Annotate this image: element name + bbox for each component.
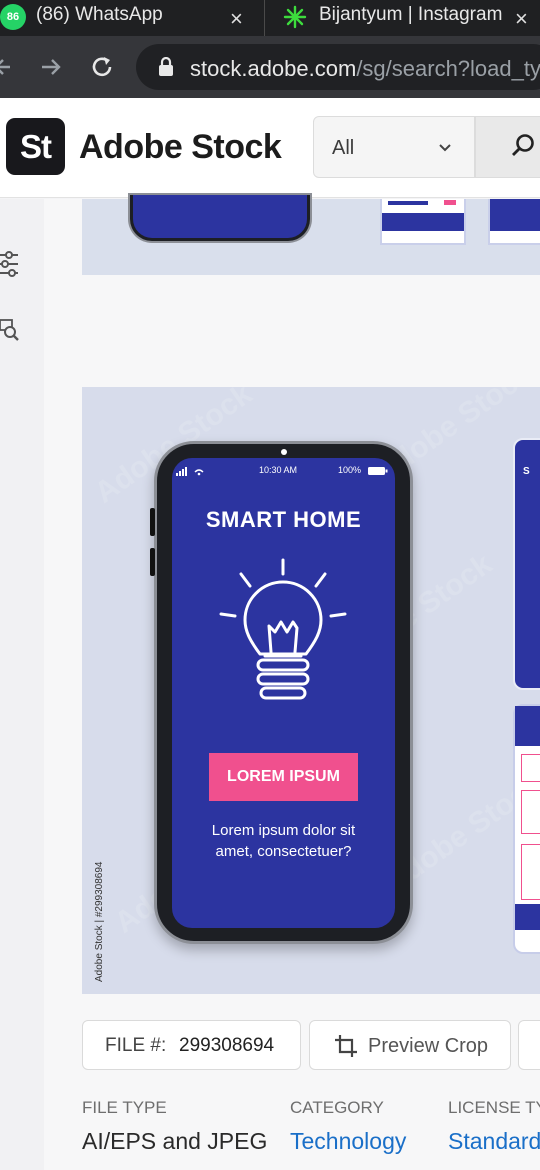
preview-crop-button[interactable]: Preview Crop (309, 1020, 511, 1070)
description-line: amet, consectetuer? (215, 843, 352, 860)
preview-crop-label: Preview Crop (368, 1035, 489, 1057)
light-bulb-icon (219, 558, 347, 700)
license-type-label: LICENSE TY (448, 1098, 540, 1117)
tab-title: Bijantyum | Instagram (319, 4, 503, 25)
forward-arrow-icon[interactable] (39, 55, 63, 79)
chevron-down-icon (439, 144, 451, 152)
phone-camera (281, 449, 287, 455)
browser-tab-bar: 86 (86) WhatsApp × Bijantyum | Instagram… (0, 0, 540, 36)
file-type-value: AI/EPS and JPEG (82, 1128, 268, 1154)
phone-bottom-fragment (130, 195, 310, 241)
close-icon[interactable]: × (230, 6, 243, 32)
image-credit: Adobe Stock | #299308694 (94, 861, 105, 982)
phone-side-button (150, 548, 155, 576)
side-phone-mockup (513, 704, 540, 954)
more-actions-button[interactable] (518, 1020, 540, 1070)
category-label: CATEGORY (290, 1098, 384, 1117)
search-icon (512, 134, 534, 156)
whatsapp-icon: 86 (0, 4, 26, 30)
file-type-label: FILE TYPE (82, 1098, 167, 1117)
status-battery: 100% (338, 465, 362, 475)
phone-side-button (150, 508, 155, 536)
battery-icon (368, 467, 388, 475)
file-number-pill: FILE #: 299308694 (82, 1020, 301, 1070)
close-icon[interactable]: × (515, 6, 528, 32)
filters-rail (0, 199, 44, 1170)
brand-name[interactable]: Adobe Stock (79, 128, 282, 167)
app-title: SMART HOME (205, 507, 362, 532)
lorem-ipsum-button: LOREM IPSUM (209, 753, 358, 801)
description-line: Lorem ipsum dolor sit (211, 822, 356, 839)
tab-badge: 86 (6, 11, 20, 23)
visual-search-icon[interactable] (0, 319, 22, 343)
filter-value: All (332, 137, 355, 159)
signal-wifi-icon (176, 467, 204, 476)
filter-sliders-icon[interactable] (0, 249, 22, 279)
logo-text: St (20, 127, 52, 165)
side-phone-mockup: S (513, 438, 540, 690)
screen-root: 86 (86) WhatsApp × Bijantyum | Instagram… (0, 0, 540, 1170)
category-link[interactable]: Technology (290, 1128, 406, 1155)
url-path: /sg/search?load_typ (356, 56, 540, 81)
description-text: Lorem ipsum dolor sit amet, consectetuer… (172, 820, 395, 862)
search-category-select[interactable]: All (313, 116, 475, 178)
search-button[interactable] (475, 116, 540, 178)
result-thumbnail-previous[interactable] (82, 195, 540, 275)
license-link[interactable]: Standard (448, 1128, 540, 1155)
ui-mockup-fragment (488, 199, 540, 245)
tab-instagram[interactable]: Bijantyum | Instagram × (264, 0, 540, 36)
back-arrow-icon[interactable] (0, 55, 14, 79)
ui-mockup-fragment (380, 199, 466, 245)
tab-title: (86) WhatsApp (36, 4, 163, 25)
adobe-stock-logo[interactable]: St (6, 118, 65, 175)
star-burst-icon (283, 5, 307, 29)
crop-icon (335, 1035, 357, 1057)
status-time: 10:30 AM (259, 465, 298, 475)
lock-icon[interactable] (158, 57, 174, 77)
file-number-label: FILE #: (105, 1035, 167, 1056)
url-host: stock.adobe.com (190, 56, 357, 81)
file-number-value: 299308694 (179, 1035, 275, 1056)
site-header: St Adobe Stock All (0, 98, 540, 198)
reload-icon[interactable] (89, 54, 115, 80)
url-text[interactable]: stock.adobe.com/sg/search?load_typ (190, 56, 540, 82)
tab-whatsapp[interactable]: 86 (86) WhatsApp × (0, 0, 262, 36)
browser-toolbar: stock.adobe.com/sg/search?load_typ (0, 36, 540, 98)
